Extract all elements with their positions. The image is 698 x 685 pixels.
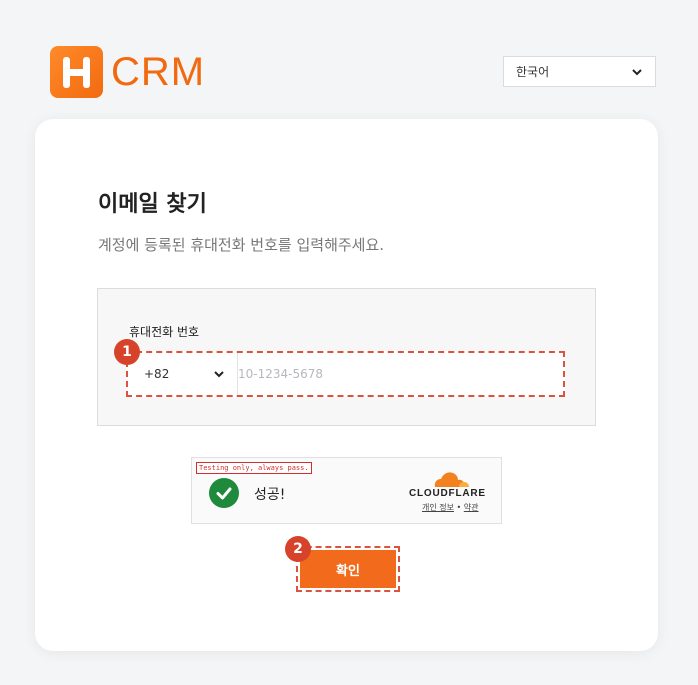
phone-input-group: +82	[126, 351, 565, 397]
page-title: 이메일 찾기	[98, 192, 207, 217]
phone-number-input[interactable]	[238, 353, 563, 395]
country-code-value: +82	[144, 367, 170, 381]
chevron-down-icon	[632, 68, 642, 75]
cloudflare-cloud-icon	[434, 472, 469, 487]
logo-mark-icon	[50, 46, 103, 98]
country-code-select[interactable]: +82	[128, 353, 238, 395]
brand-name: CRM	[111, 50, 206, 94]
confirm-button-highlight: 확인	[296, 546, 400, 592]
language-select-value: 한국어	[516, 65, 550, 79]
brand-logo: CRM	[50, 46, 205, 98]
captcha-links: 개인 정보 • 약관	[422, 502, 479, 513]
confirm-button[interactable]: 확인	[300, 550, 396, 588]
check-icon	[209, 478, 239, 508]
page-subtitle: 계정에 등록된 휴대전화 번호를 입력해주세요.	[98, 236, 385, 254]
captcha-widget[interactable]: Testing only, always pass. 성공! CLOUDFLAR…	[191, 457, 502, 524]
captcha-provider: CLOUDFLARE	[409, 488, 486, 499]
find-email-card: 이메일 찾기 계정에 등록된 휴대전화 번호를 입력해주세요. 휴대전화 번호 …	[35, 119, 658, 651]
phone-field-label: 휴대전화 번호	[129, 325, 200, 339]
terms-link[interactable]: 약관	[464, 503, 479, 512]
captcha-testing-note: Testing only, always pass.	[196, 462, 312, 474]
chevron-down-icon	[214, 371, 224, 378]
link-separator: •	[456, 503, 462, 512]
phone-form: 휴대전화 번호 +82 1	[97, 288, 596, 426]
language-select[interactable]: 한국어	[503, 56, 656, 87]
captcha-status: 성공!	[254, 487, 286, 503]
step-badge-2: 2	[285, 536, 311, 562]
privacy-link[interactable]: 개인 정보	[422, 503, 454, 512]
step-badge-1: 1	[114, 339, 140, 365]
